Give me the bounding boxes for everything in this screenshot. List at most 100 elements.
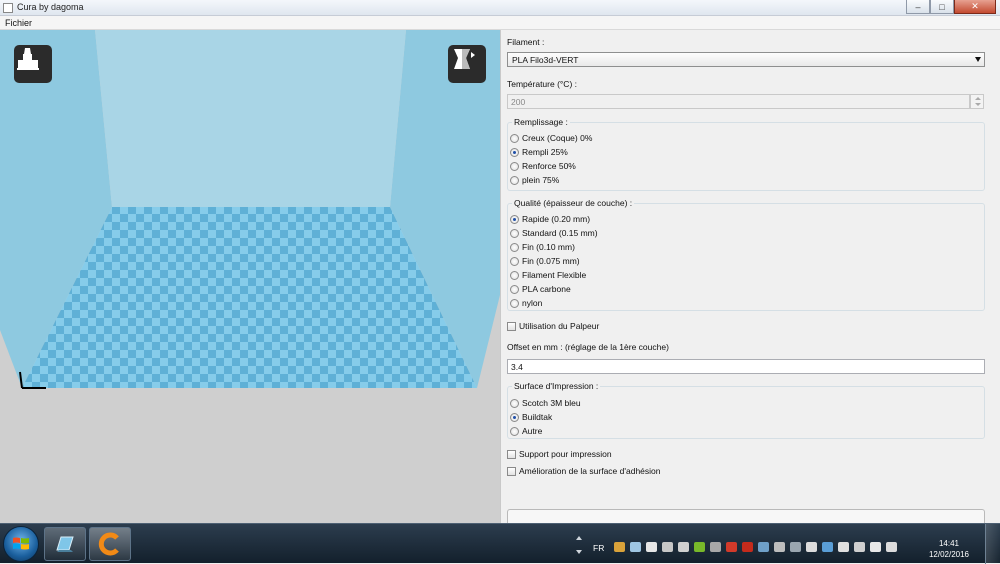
tray-tool-icon[interactable] [790, 542, 801, 552]
filament-label: Filament : [507, 37, 545, 47]
quality-option-4[interactable]: Filament Flexible [510, 270, 586, 280]
option-label: Rempli 25% [522, 147, 568, 157]
infill-option-1[interactable]: Rempli 25% [510, 147, 568, 157]
offset-input[interactable]: 3.4 [507, 359, 985, 374]
cura-app-icon [98, 532, 119, 556]
surface-group-title: Surface d'Impression : [512, 381, 601, 391]
infill-option-0[interactable]: Creux (Coque) 0% [510, 133, 592, 143]
menu-file[interactable]: Fichier [5, 18, 32, 28]
surface-option-2[interactable]: Autre [510, 426, 542, 436]
radio-button[interactable] [510, 161, 519, 171]
tray-update-icon[interactable] [822, 542, 833, 552]
tray-usb-icon[interactable] [710, 542, 721, 552]
radio-button[interactable] [510, 242, 519, 252]
start-button[interactable] [3, 526, 39, 562]
infill-option-3[interactable]: plein 75% [510, 175, 559, 185]
filament-select-value: PLA Filo3d-VERT [512, 55, 579, 65]
language-indicator[interactable]: FR [593, 543, 604, 553]
close-button[interactable]: ✕ [954, 0, 996, 14]
3d-viewport[interactable] [0, 30, 500, 523]
clock-date: 12/02/2016 [928, 550, 970, 559]
radio-button[interactable] [510, 228, 519, 238]
chevron-down-icon [975, 57, 981, 62]
maximize-button[interactable]: □ [930, 0, 954, 14]
quality-option-1[interactable]: Standard (0.15 mm) [510, 228, 598, 238]
option-label: Renforce 50% [522, 161, 576, 171]
tray-display-icon[interactable] [806, 542, 817, 552]
surface-option-0[interactable]: Scotch 3M bleu [510, 398, 581, 408]
radio-button[interactable] [510, 133, 519, 143]
title-bar: Cura by dagoma – □ ✕ [0, 0, 1000, 16]
radio-button[interactable] [510, 426, 519, 436]
build-volume-render [0, 30, 500, 523]
tray-monitor-icon[interactable] [774, 542, 785, 552]
filament-select[interactable]: PLA Filo3d-VERT [507, 52, 985, 67]
adhesion-checkbox[interactable]: Amélioration de la surface d'adhésion [507, 466, 661, 476]
tray-antivirus-icon[interactable] [726, 542, 737, 552]
print-head-button[interactable] [14, 45, 52, 83]
print-button-area[interactable] [507, 509, 985, 523]
tray-flag-icon[interactable] [838, 542, 849, 552]
show-desktop-button[interactable] [985, 524, 1000, 564]
option-label: plein 75% [522, 175, 560, 185]
surface-option-1[interactable]: Buildtak [510, 412, 552, 422]
taskbar-explorer[interactable] [44, 527, 86, 561]
radio-button[interactable] [510, 270, 519, 280]
checkbox[interactable] [507, 466, 516, 476]
print-head-icon [17, 48, 39, 70]
taskbar-clock[interactable]: 14:41 12/02/2016 [928, 538, 970, 560]
tray-volume-icon[interactable] [886, 542, 897, 552]
tray-alert-icon[interactable] [742, 542, 753, 552]
tray-sync-icon[interactable] [662, 542, 673, 552]
view-mode-button[interactable] [448, 45, 486, 83]
option-label: Creux (Coque) 0% [522, 133, 593, 143]
window-title: Cura by dagoma [17, 2, 84, 12]
radio-button[interactable] [510, 147, 519, 157]
option-label: Scotch 3M bleu [522, 398, 581, 408]
window-controls: – □ ✕ [906, 0, 996, 14]
taskbar: FR 14:41 12/02/2016 [0, 523, 1000, 564]
checkbox[interactable] [507, 449, 516, 459]
minimize-button[interactable]: – [906, 0, 930, 14]
radio-button[interactable] [510, 175, 519, 185]
tray-shield-icon[interactable] [758, 542, 769, 552]
explorer-app-icon [56, 536, 74, 552]
tray-cloud-icon[interactable] [646, 542, 657, 552]
radio-button[interactable] [510, 284, 519, 294]
temperature-spinner[interactable] [970, 94, 984, 109]
quality-option-2[interactable]: Fin (0.10 mm) [510, 242, 575, 252]
temperature-input[interactable]: 200 [507, 94, 984, 109]
tray-device-icon[interactable] [678, 542, 689, 552]
quality-option-5[interactable]: PLA carbone [510, 284, 571, 294]
option-label: PLA carbone [522, 284, 571, 294]
tray-battery-icon[interactable] [854, 542, 865, 552]
option-label: nylon [522, 298, 543, 308]
quality-option-6[interactable]: nylon [510, 298, 542, 308]
tray-network-icon[interactable] [630, 542, 641, 552]
probe-checkbox[interactable]: Utilisation du Palpeur [507, 321, 599, 331]
app-icon[interactable] [3, 3, 13, 13]
tray-scroll-arrows[interactable] [574, 534, 584, 556]
quality-option-0[interactable]: Rapide (0.20 mm) [510, 214, 590, 224]
taskbar-cura[interactable] [89, 527, 131, 561]
tray-nvidia-icon[interactable] [694, 542, 705, 552]
temperature-label: Température (°C) : [507, 79, 578, 89]
temperature-value: 200 [511, 97, 526, 107]
offset-value: 3.4 [511, 362, 523, 372]
quality-option-3[interactable]: Fin (0.075 mm) [510, 256, 580, 266]
windows-logo-icon [13, 537, 29, 550]
tray-app-icon[interactable] [614, 542, 625, 552]
option-label: Rapide (0.20 mm) [522, 214, 591, 224]
radio-button[interactable] [510, 214, 519, 224]
option-label: Standard (0.15 mm) [522, 228, 598, 238]
checkbox[interactable] [507, 321, 516, 331]
radio-button[interactable] [510, 398, 519, 408]
radio-button[interactable] [510, 298, 519, 308]
radio-button[interactable] [510, 256, 519, 266]
tray-signal-icon[interactable] [870, 542, 881, 552]
checkbox-label: Support pour impression [519, 449, 612, 459]
radio-button[interactable] [510, 412, 519, 422]
infill-option-2[interactable]: Renforce 50% [510, 161, 576, 171]
support-checkbox[interactable]: Support pour impression [507, 449, 612, 459]
option-label: Fin (0.075 mm) [522, 256, 580, 266]
